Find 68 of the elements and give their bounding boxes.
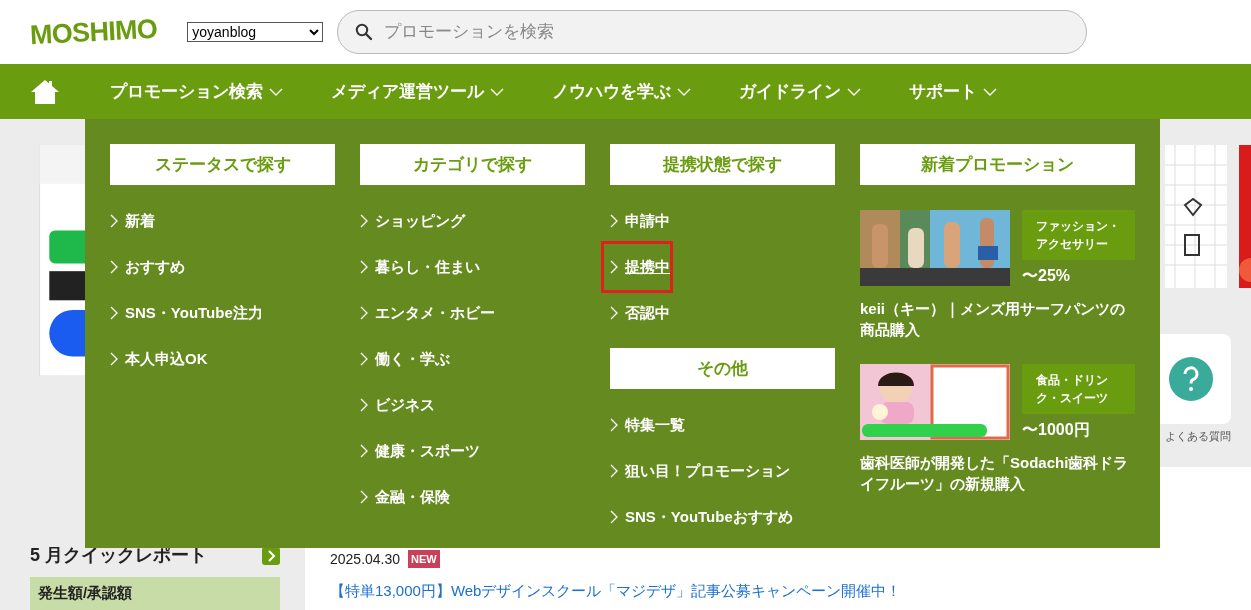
promotion-title[interactable]: 歯科医師が開発した「Sodachi歯科ドライフルーツ」の新規購入 xyxy=(860,452,1135,494)
category-line: 食品・ドリン xyxy=(1036,372,1109,389)
chevron-right-icon xyxy=(610,260,618,274)
nav-menu-item[interactable]: ガイドライン xyxy=(739,78,861,105)
menu-link[interactable]: SNS・YouTube注力 xyxy=(104,290,263,336)
home-icon[interactable] xyxy=(30,78,60,105)
menu-link[interactable]: ビジネス xyxy=(354,382,435,428)
nav-menu-item[interactable]: メディア運営ツール xyxy=(331,78,504,105)
question-icon xyxy=(1169,357,1213,401)
reward-rate: 〜25% xyxy=(1022,266,1072,286)
chevron-right-icon xyxy=(610,510,618,524)
chevron-right-icon xyxy=(610,306,618,320)
chevron-right-icon xyxy=(110,306,118,320)
search-field[interactable]: プロモーションを検索 xyxy=(337,10,1088,54)
chevron-right-icon xyxy=(360,306,368,320)
menu-link[interactable]: 働く・学ぶ xyxy=(354,336,450,382)
chevron-right-icon xyxy=(610,214,618,228)
menu-link[interactable]: ショッピング xyxy=(354,198,465,244)
chevron-down-icon xyxy=(983,87,997,96)
menu-link[interactable]: エンタメ・ホビー xyxy=(354,290,495,336)
news-link[interactable]: 【特単13,000円】Webデザインスクール「マジデザ」記事公募キャンペーン開催中！ xyxy=(330,579,902,602)
new-badge: NEW xyxy=(408,550,440,568)
chevron-down-icon xyxy=(269,87,283,96)
chevron-right-icon xyxy=(360,214,368,228)
logo[interactable]: MOSHIMO xyxy=(29,15,158,49)
menu-link[interactable]: 本人申込OK xyxy=(104,336,208,382)
menu-link[interactable]: おすすめ xyxy=(104,244,185,290)
nav-menu-item[interactable]: サポート xyxy=(909,78,997,105)
section-title: 5 月クイックレポート xyxy=(30,544,207,567)
menu-heading: 新着プロモーション xyxy=(860,144,1135,185)
menu-link[interactable]: 特集一覧 xyxy=(604,402,685,448)
site-select[interactable]: yoyanblog xyxy=(187,22,324,42)
chevron-down-icon xyxy=(847,87,861,96)
chevron-right-icon xyxy=(610,418,618,432)
promotion-title[interactable]: keii（キー）｜メンズ用サーフパンツの商品購入 xyxy=(860,298,1135,340)
chevron-right-icon xyxy=(360,260,368,274)
category-line: ファッション・ xyxy=(1036,218,1121,235)
chevron-right-icon xyxy=(360,490,368,504)
chevron-right-icon xyxy=(110,352,118,366)
category-line: アクセサリー xyxy=(1036,236,1109,253)
chevron-right-icon xyxy=(110,214,118,228)
menu-link[interactable]: 新着 xyxy=(104,198,155,244)
menu-link[interactable]: 狙い目！プロモーション xyxy=(604,448,790,494)
nav-menu-item[interactable]: プロモーション検索 xyxy=(110,78,283,105)
news-date: 2025.04.30 xyxy=(330,549,401,569)
chevron-right-icon xyxy=(610,464,618,478)
chevron-down-icon xyxy=(490,87,504,96)
menu-link[interactable]: 暮らし・住まい xyxy=(354,244,480,290)
menu-link[interactable]: 否認中 xyxy=(604,290,670,336)
chevron-right-icon xyxy=(360,398,368,412)
menu-heading: その他 xyxy=(610,348,835,389)
menu-link[interactable]: 申請中 xyxy=(604,198,670,244)
nav-menu-item[interactable]: ノウハウを学ぶ xyxy=(552,78,691,105)
menu-heading: 提携状態で探す xyxy=(610,144,835,185)
menu-link[interactable]: 金融・保険 xyxy=(354,474,450,520)
chevron-right-icon xyxy=(110,260,118,274)
report-row-label: 発生額/承認額 xyxy=(30,577,280,610)
menu-link[interactable]: SNS・YouTubeおすすめ xyxy=(604,494,793,540)
chevron-right-icon xyxy=(360,444,368,458)
search-icon xyxy=(355,23,374,41)
chevron-right-icon xyxy=(360,352,368,366)
category-line: ク・スイーツ xyxy=(1036,390,1109,407)
reward-rate: 〜1000円 xyxy=(1022,420,1091,440)
menu-heading: カテゴリで探す xyxy=(360,144,585,185)
menu-heading: ステータスで探す xyxy=(110,144,335,185)
shortcut-label[interactable]: よくある質問 xyxy=(1165,428,1231,445)
chevron-down-icon xyxy=(677,87,691,96)
menu-link[interactable]: 健康・スポーツ xyxy=(354,428,480,474)
